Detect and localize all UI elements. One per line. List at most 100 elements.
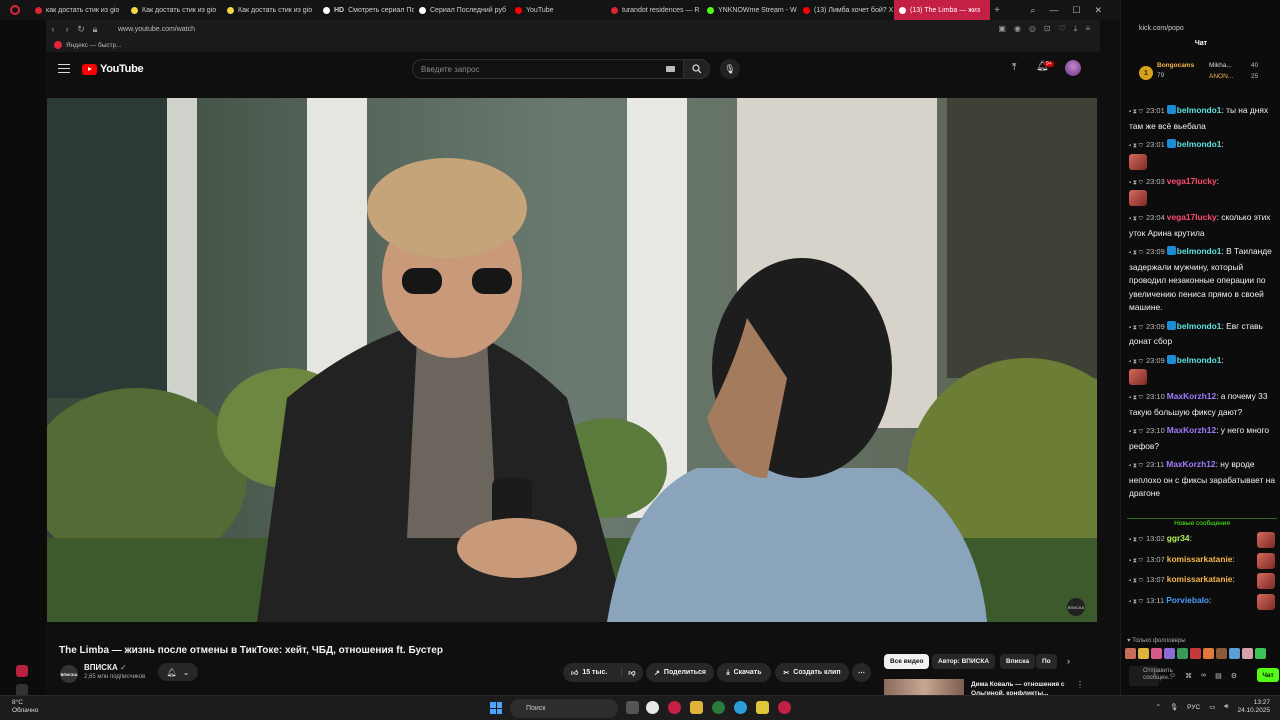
emote-icon[interactable] (1242, 648, 1253, 659)
network-icon[interactable]: ▭ (1209, 703, 1215, 711)
video-player[interactable]: ВПИСКА (47, 98, 1097, 622)
account-avatar[interactable] (1065, 60, 1081, 76)
menu-icon[interactable]: ≡ (1085, 24, 1090, 34)
emote-icon[interactable] (1229, 648, 1240, 659)
emote-icon[interactable] (1151, 648, 1162, 659)
hamburger-menu-icon[interactable] (58, 64, 70, 73)
microphone-icon[interactable]: 🎙︎ (1170, 703, 1178, 711)
chevron-up-icon[interactable]: ⌃ (1155, 703, 1160, 711)
emote-icon[interactable] (1190, 648, 1201, 659)
task-view-icon[interactable] (626, 701, 639, 714)
emoji-icon[interactable]: ☺ (1169, 672, 1176, 680)
bookmark-icon[interactable]: ♡ (1059, 24, 1066, 34)
link-icon[interactable]: ∞ (1201, 672, 1206, 680)
browser-tab[interactable]: (13) The Limba — жиз (894, 0, 990, 20)
chat-username[interactable]: MaxKorzh12 (1166, 459, 1215, 469)
app-icon[interactable] (712, 701, 725, 714)
create-icon[interactable]: ⤒ (1012, 62, 1016, 73)
search-input[interactable]: Введите запрос (412, 59, 684, 79)
more-actions-button[interactable]: ⋯ (852, 663, 871, 682)
filter-chip[interactable]: Вписка (1000, 654, 1036, 669)
chat-username[interactable]: vega17lucky (1167, 212, 1217, 222)
extension-icon[interactable]: ◎ (1029, 24, 1036, 34)
app-icon[interactable] (756, 701, 769, 714)
chat-username[interactable]: belmondo1 (1177, 139, 1222, 149)
minimize-icon[interactable]: — (1049, 5, 1058, 16)
channel-watermark[interactable]: ВПИСКА (1067, 598, 1085, 616)
browser-tab[interactable]: Как достать стик из gio (126, 0, 222, 20)
channel-name[interactable]: ВПИСКА ✓ (84, 663, 127, 672)
browser-tab[interactable]: Сериал Последний руб (414, 0, 510, 20)
clock[interactable]: 13:27 24.10.2025 (1237, 699, 1270, 715)
chat-username[interactable]: komissarkatanie (1167, 554, 1233, 564)
camera-icon[interactable]: ⊡ (1044, 24, 1051, 34)
bookmark-item[interactable]: Яндекс — быстр... (66, 42, 122, 49)
telegram-icon[interactable] (734, 701, 747, 714)
keyboard-lang[interactable]: РУС (1187, 704, 1200, 711)
new-tab-icon[interactable]: + (990, 5, 1004, 16)
yandex-browser-icon[interactable] (646, 701, 659, 714)
recommended-thumbnail[interactable] (884, 679, 964, 695)
dislike-button[interactable]: 👎︎ (621, 668, 635, 677)
chat-username[interactable]: MaxKorzh12 (1167, 391, 1216, 401)
sidebar-app-icon[interactable] (16, 665, 28, 677)
weather-widget[interactable]: 8°C Облачно (12, 699, 38, 715)
share-button[interactable]: ↗ Поделиться (646, 663, 714, 682)
download-icon[interactable]: ⤓ (1074, 24, 1078, 34)
close-window-icon[interactable]: ✕ (1094, 5, 1102, 16)
filter-chip[interactable]: Все видео (884, 654, 930, 669)
taskbar-search[interactable]: Поиск (510, 699, 618, 718)
opera-gx-icon[interactable] (668, 701, 681, 714)
opera-menu-icon[interactable] (0, 0, 30, 20)
filter-chip[interactable]: Автор: ВПИСКА (932, 654, 996, 669)
keyboard-icon[interactable] (666, 66, 675, 72)
extension-icon[interactable]: ◉ (1014, 24, 1021, 34)
chat-username[interactable]: Porviebalo (1166, 595, 1209, 605)
chat-username[interactable]: komissarkatanie (1167, 574, 1233, 584)
browser-tab[interactable]: YouTube (510, 0, 606, 20)
chat-input[interactable]: Отправить сообщен... (1129, 666, 1173, 686)
emote-icon[interactable] (1164, 648, 1175, 659)
reload-icon[interactable]: ↻ (74, 24, 88, 35)
emote-icon[interactable] (1177, 648, 1188, 659)
emote-icon[interactable] (1216, 648, 1227, 659)
browser-tab[interactable]: Как достать стик из gio (222, 0, 318, 20)
gift-icon[interactable]: ▤ (1215, 672, 1222, 680)
clip-button[interactable]: ✂ Создать клип (775, 663, 849, 682)
back-icon[interactable]: ‹ (46, 24, 60, 34)
search-tabs-icon[interactable]: ⌕ (1030, 5, 1035, 16)
subscribed-bell-button[interactable]: 🔔︎ ⌄ (158, 663, 198, 681)
chat-username[interactable]: belmondo1 (1177, 355, 1222, 365)
chat-username[interactable]: MaxKorzh12 (1167, 425, 1216, 435)
settings-icon[interactable]: ⚙ (1231, 672, 1237, 680)
chat-username[interactable]: belmondo1 (1177, 321, 1222, 331)
search-button[interactable] (684, 59, 710, 79)
command-icon[interactable]: ⌘ (1185, 672, 1192, 680)
browser-tab[interactable]: turandot residences — R (606, 0, 702, 20)
chat-username[interactable]: ggr34 (1167, 533, 1190, 543)
chat-username[interactable]: vega17lucky (1167, 176, 1217, 186)
emote-icon[interactable] (1138, 648, 1149, 659)
windows-start-icon[interactable] (490, 702, 502, 714)
url-field[interactable]: www.youtube.com/watch (118, 26, 195, 33)
emote-icon[interactable] (1255, 648, 1266, 659)
browser-tab[interactable]: (13) Лимба хочет бой? X (798, 0, 894, 20)
recommended-more-icon[interactable]: ⋮ (1076, 680, 1084, 689)
file-explorer-icon[interactable] (690, 701, 703, 714)
filter-chip[interactable]: По (1036, 654, 1057, 669)
forward-icon[interactable]: › (60, 24, 74, 34)
extension-icon[interactable]: ▣ (998, 24, 1006, 34)
channel-avatar[interactable]: ВПИСКА (60, 665, 78, 683)
chevron-right-icon[interactable]: › (1067, 656, 1070, 666)
browser-tab[interactable]: как достать стик из gio (30, 0, 126, 20)
browser-tab[interactable]: YNKNOWme Stream - W (702, 0, 798, 20)
emote-icon[interactable] (1203, 648, 1214, 659)
chat-username[interactable]: belmondo1 (1177, 105, 1222, 115)
download-button[interactable]: ⤓ Скачать (717, 663, 771, 682)
like-button[interactable]: 👍︎ 15 тыс. (571, 668, 607, 677)
opera-icon[interactable] (778, 701, 791, 714)
chat-url[interactable]: kick.com/popo (1121, 20, 1280, 36)
maximize-icon[interactable]: ☐ (1072, 5, 1080, 16)
chat-username[interactable]: belmondo1 (1177, 246, 1222, 256)
voice-search-button[interactable]: 🎙︎ (720, 59, 740, 79)
